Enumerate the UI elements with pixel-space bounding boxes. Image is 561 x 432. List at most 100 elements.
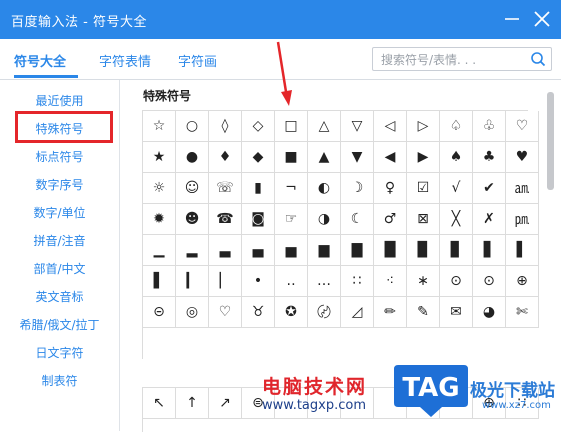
- symbol-cell[interactable]: ▏: [209, 266, 242, 297]
- close-button[interactable]: [530, 8, 554, 30]
- symbol-cell[interactable]: ☻: [176, 204, 209, 235]
- symbol-cell[interactable]: ✔: [473, 173, 506, 204]
- symbol-cell[interactable]: ✄: [506, 297, 539, 328]
- symbol-cell[interactable]: ▂: [176, 235, 209, 266]
- symbol-cell[interactable]: ✉: [440, 297, 473, 328]
- symbol-cell[interactable]: ○: [176, 111, 209, 142]
- symbol-cell[interactable]: ✏: [374, 297, 407, 328]
- symbol-cell[interactable]: ↖: [143, 388, 176, 419]
- symbol-cell[interactable]: █: [374, 235, 407, 266]
- symbol-cell[interactable]: ⊙: [473, 266, 506, 297]
- symbol-cell[interactable]: ▇: [341, 235, 374, 266]
- search-button[interactable]: [530, 51, 546, 67]
- symbol-cell[interactable]: ∷: [341, 266, 374, 297]
- symbol-cell[interactable]: ☎: [209, 204, 242, 235]
- symbol-cell[interactable]: ◐: [308, 173, 341, 204]
- symbol-cell[interactable]: ▉: [407, 235, 440, 266]
- symbol-cell[interactable]: ●: [176, 142, 209, 173]
- symbol-cell[interactable]: ✪: [275, 297, 308, 328]
- scrollbar-thumb[interactable]: [547, 92, 554, 190]
- symbol-cell[interactable]: ◕: [473, 297, 506, 328]
- symbol-cell[interactable]: ▶: [407, 142, 440, 173]
- symbol-cell[interactable]: ♤: [440, 111, 473, 142]
- symbol-cell[interactable]: ☾: [341, 204, 374, 235]
- symbol-cell[interactable]: ▎: [176, 266, 209, 297]
- tab-ascii-art[interactable]: 字符画: [178, 51, 217, 70]
- symbol-cell[interactable]: •: [242, 266, 275, 297]
- symbol-cell[interactable]: ♡: [209, 297, 242, 328]
- sidebar-item-japanese[interactable]: 日文字符: [0, 344, 119, 361]
- symbol-cell[interactable]: ╳: [440, 204, 473, 235]
- symbol-cell[interactable]: ㏂: [506, 173, 539, 204]
- symbol-cell[interactable]: ↗: [209, 388, 242, 419]
- symbol-cell[interactable]: ◀: [374, 142, 407, 173]
- symbol-cell[interactable]: ◊: [209, 111, 242, 142]
- symbol-cell[interactable]: ♦: [209, 142, 242, 173]
- symbol-cell[interactable]: …: [308, 266, 341, 297]
- symbol-cell[interactable]: ☺: [176, 173, 209, 204]
- sidebar-item-phonetics[interactable]: 英文音标: [0, 288, 119, 305]
- symbol-cell[interactable]: △: [308, 111, 341, 142]
- symbol-cell[interactable]: ▷: [407, 111, 440, 142]
- symbol-cell[interactable]: ▽: [341, 111, 374, 142]
- symbol-cell[interactable]: ☼: [143, 173, 176, 204]
- symbol-cell[interactable]: ✗: [473, 204, 506, 235]
- symbol-cell[interactable]: ☆: [143, 111, 176, 142]
- symbol-cell[interactable]: ▌: [506, 235, 539, 266]
- symbol-cell[interactable]: ☑: [407, 173, 440, 204]
- sidebar-item-numbers-units[interactable]: 数字/单位: [0, 204, 119, 221]
- symbol-cell[interactable]: ∗: [407, 266, 440, 297]
- symbol-cell[interactable]: ▅: [275, 235, 308, 266]
- symbol-cell[interactable]: ♀: [374, 173, 407, 204]
- symbol-cell[interactable]: ☽: [341, 173, 374, 204]
- sidebar-item-box-drawing[interactable]: 制表符: [0, 372, 119, 389]
- sidebar-item-greek-russian-latin[interactable]: 希腊/俄文/拉丁: [0, 316, 119, 333]
- symbol-cell[interactable]: ⊕: [506, 266, 539, 297]
- tab-symbols[interactable]: 符号大全: [14, 51, 66, 70]
- symbol-cell[interactable]: ⊙: [440, 266, 473, 297]
- symbol-cell[interactable]: ♣: [473, 142, 506, 173]
- tab-emoticons[interactable]: 字符表情: [99, 51, 151, 70]
- symbol-cell[interactable]: ▋: [473, 235, 506, 266]
- symbol-cell[interactable]: ♧: [473, 111, 506, 142]
- symbol-cell[interactable]: √: [440, 173, 473, 204]
- symbol-cell[interactable]: ♡: [506, 111, 539, 142]
- symbol-cell[interactable]: ◁: [374, 111, 407, 142]
- symbol-cell[interactable]: ▌: [143, 266, 176, 297]
- symbol-cell[interactable]: ☞: [275, 204, 308, 235]
- symbol-cell[interactable]: ▆: [308, 235, 341, 266]
- symbol-cell[interactable]: ♉: [242, 297, 275, 328]
- symbol-cell[interactable]: ♂: [374, 204, 407, 235]
- symbol-cell[interactable]: ♠: [440, 142, 473, 173]
- symbol-cell[interactable]: ◙: [242, 204, 275, 235]
- symbol-cell[interactable]: ☏: [209, 173, 242, 204]
- symbol-cell[interactable]: ◎: [176, 297, 209, 328]
- sidebar-item-pinyin[interactable]: 拼音/注音: [0, 232, 119, 249]
- symbol-cell[interactable]: ¬: [275, 173, 308, 204]
- sidebar-item-numeric-serial[interactable]: 数字序号: [0, 176, 119, 193]
- sidebar-item-recent[interactable]: 最近使用: [0, 92, 119, 109]
- symbol-cell[interactable]: ↑: [176, 388, 209, 419]
- search-input[interactable]: [379, 50, 531, 70]
- symbol-cell[interactable]: ▼: [341, 142, 374, 173]
- minimize-button[interactable]: [500, 8, 524, 30]
- symbol-cell[interactable]: ▃: [209, 235, 242, 266]
- symbol-cell[interactable]: ▲: [308, 142, 341, 173]
- symbol-cell[interactable]: ▁: [143, 235, 176, 266]
- symbol-cell[interactable]: 〄: [308, 297, 341, 328]
- symbol-cell[interactable]: ✹: [143, 204, 176, 235]
- symbol-cell[interactable]: ◇: [242, 111, 275, 142]
- symbol-cell[interactable]: ◆: [242, 142, 275, 173]
- symbol-cell[interactable]: ★: [143, 142, 176, 173]
- symbol-cell[interactable]: ‥: [275, 266, 308, 297]
- symbol-cell[interactable]: ◑: [308, 204, 341, 235]
- symbol-cell[interactable]: ㏘: [506, 204, 539, 235]
- symbol-cell[interactable]: ⁖: [374, 266, 407, 297]
- symbol-cell[interactable]: ✎: [407, 297, 440, 328]
- symbol-cell[interactable]: ⊝: [143, 297, 176, 328]
- symbol-cell[interactable]: □: [275, 111, 308, 142]
- symbol-cell[interactable]: ♥: [506, 142, 539, 173]
- symbol-cell[interactable]: ▊: [440, 235, 473, 266]
- sidebar-item-radicals[interactable]: 部首/中文: [0, 260, 119, 277]
- sidebar-item-punctuation[interactable]: 标点符号: [0, 148, 119, 165]
